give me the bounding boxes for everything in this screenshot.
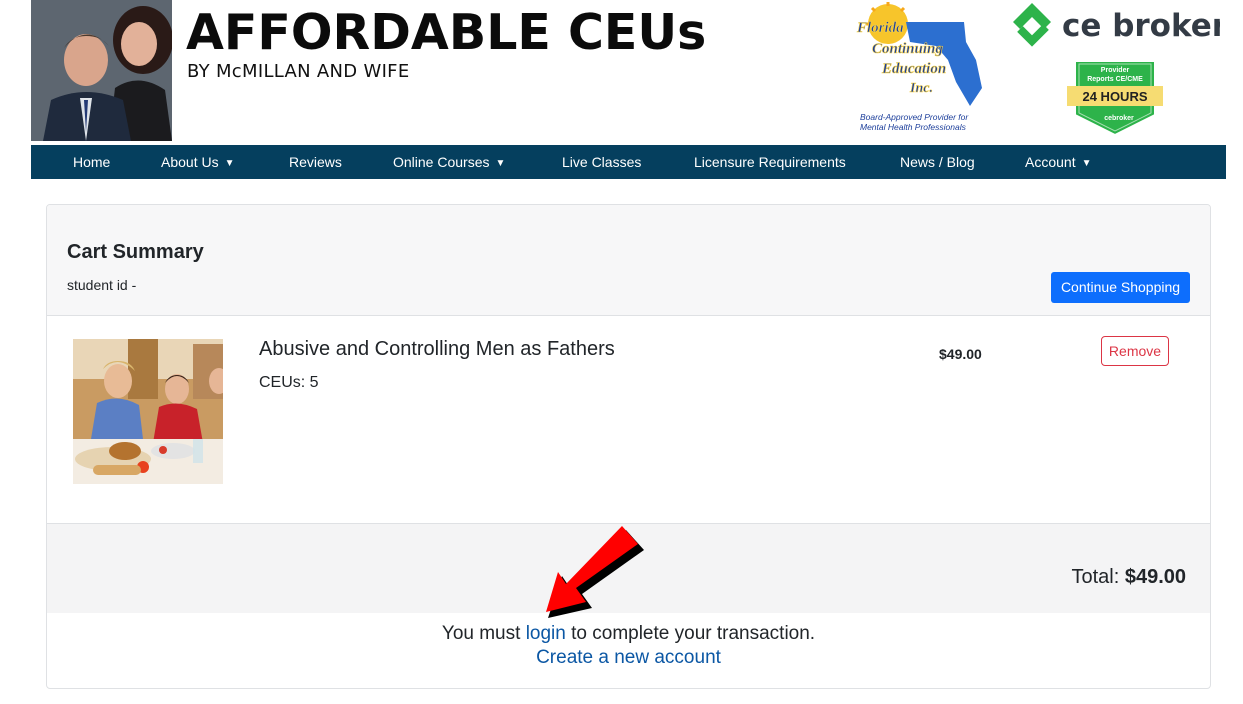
total-value: $49.00 (1124, 566, 1186, 588)
cart-total: Total: $49.00 (1071, 566, 1186, 589)
cebroker-wordmark: ce broker (1062, 8, 1220, 44)
cart-title: Cart Summary (67, 241, 204, 263)
cebroker-logo: ce broker (1010, 0, 1228, 48)
login-suffix: to complete your transaction. (571, 623, 816, 644)
chevron-down-icon: ▼ (224, 158, 235, 169)
nav-home-label: Home (73, 154, 111, 170)
nav-account-label: Account (1025, 154, 1076, 170)
fce-line2: Continuing (872, 41, 943, 57)
red-arrow-annotation-icon (546, 526, 644, 618)
nav-news-label: News / Blog (900, 154, 975, 170)
login-notice: You must login to complete your transact… (47, 623, 1210, 645)
chevron-down-icon: ▼ (1081, 158, 1092, 169)
fce-caption2: Mental Health Professionals (860, 122, 967, 132)
nav-licensure-requirements[interactable]: Licensure Requirements (694, 145, 846, 179)
site-header: AFFORDABLE CEUs BY McMILLAN AND WIFE Flo… (0, 0, 1243, 145)
badge-hours: 24 HOURS (1082, 89, 1147, 104)
badge-brand: cebroker (1104, 115, 1134, 122)
nav-news-blog[interactable]: News / Blog (900, 145, 975, 179)
site-title[interactable]: AFFORDABLE CEUs (186, 4, 706, 62)
continue-shopping-button[interactable]: Continue Shopping (1051, 272, 1190, 303)
course-title[interactable]: Abusive and Controlling Men as Fathers (259, 338, 615, 361)
fce-line1: Florida (856, 20, 904, 36)
fce-line4: Inc. (909, 81, 933, 96)
nav-account[interactable]: Account ▼ (1025, 145, 1092, 179)
course-ceus: CEUs: 5 (259, 374, 319, 391)
nav-licensure-label: Licensure Requirements (694, 154, 846, 170)
nav-online-courses-label: Online Courses (393, 154, 490, 170)
badge-line1: Provider (1101, 67, 1130, 74)
remove-button[interactable]: Remove (1101, 336, 1169, 366)
badge-line2: Reports CE/CME (1087, 76, 1143, 83)
nav-live-classes[interactable]: Live Classes (562, 145, 641, 179)
nav-online-courses[interactable]: Online Courses ▼ (393, 145, 505, 179)
login-link[interactable]: login (526, 623, 566, 644)
florida-continuing-education-logo: Florida Continuing Education Inc. Board-… (848, 2, 988, 136)
nav-about-label: About Us (161, 154, 219, 170)
nav-reviews-label: Reviews (289, 154, 342, 170)
fce-line3: Education (881, 61, 946, 77)
founders-photo (31, 0, 172, 141)
course-price: $49.00 (939, 346, 982, 362)
nav-live-classes-label: Live Classes (562, 154, 642, 170)
fce-caption1: Board-Approved Provider for (860, 112, 969, 122)
nav-about-us[interactable]: About Us ▼ (161, 145, 235, 179)
student-id: student id - (67, 277, 137, 293)
nav-reviews[interactable]: Reviews (289, 145, 342, 179)
site-subtitle: BY McMILLAN AND WIFE (187, 61, 410, 82)
login-prefix: You must (441, 623, 521, 644)
main-navbar: Home About Us ▼ Reviews Online Courses ▼ L… (31, 145, 1226, 179)
cebroker-24-hours-badge: Provider Reports CE/CME 24 HOURS cebroke… (1067, 55, 1163, 137)
nav-home[interactable]: Home (73, 145, 110, 179)
course-thumbnail[interactable] (73, 339, 223, 484)
total-label: Total: (1071, 566, 1120, 588)
chevron-down-icon: ▼ (495, 158, 506, 169)
create-account-link[interactable]: Create a new account (47, 647, 1210, 669)
cart-header: Cart Summary student id - Continue Shopp… (47, 205, 1210, 316)
